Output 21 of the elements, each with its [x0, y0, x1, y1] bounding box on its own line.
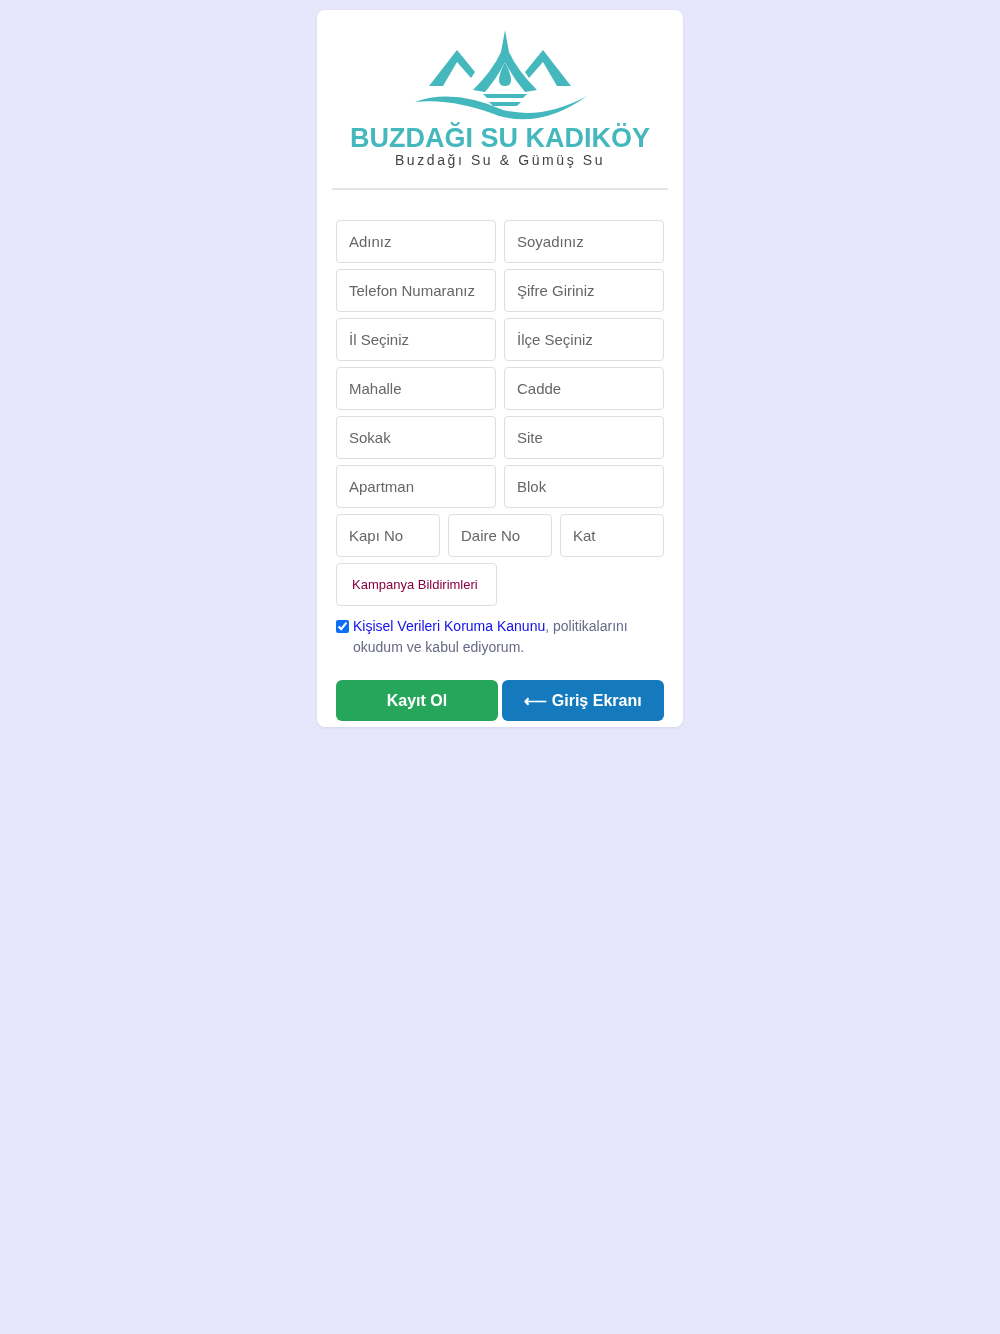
input-field[interactable]: Mahalle [336, 367, 496, 410]
input-field[interactable]: Site [504, 416, 664, 459]
brand-title: BUZDAĞI SU KADIKÖY [350, 124, 650, 152]
input-field[interactable]: Kat [560, 514, 664, 557]
consent-text: Kişisel Verileri Koruma Kanunu, politikalarını okudum ve kabul ediyorum. [353, 617, 629, 657]
input-field[interactable]: Cadde [504, 367, 664, 410]
campaign-button[interactable]: Kampanya Bildirimleri [336, 563, 497, 606]
input-field[interactable]: Adınız [336, 220, 496, 263]
input-field[interactable]: İl Seçiniz [336, 318, 496, 361]
input-field[interactable]: Şifre Giriniz [504, 269, 664, 312]
input-field[interactable]: Sokak [336, 416, 496, 459]
input-field[interactable]: Soyadınız [504, 220, 664, 263]
input-field[interactable]: Kapı No [336, 514, 440, 557]
input-field[interactable]: Blok [504, 465, 664, 508]
input-field[interactable]: Telefon Numaranız [336, 269, 496, 312]
login-screen-button[interactable]: ⟵ Giriş Ekranı [502, 680, 664, 721]
input-field[interactable]: İlçe Seçiniz [504, 318, 664, 361]
consent-checkbox[interactable] [336, 620, 349, 633]
input-field[interactable]: Daire No [448, 514, 552, 557]
input-field[interactable]: Apartman [336, 465, 496, 508]
brand-subtitle: Buzdağı Su & Gümüş Su [394, 152, 606, 168]
